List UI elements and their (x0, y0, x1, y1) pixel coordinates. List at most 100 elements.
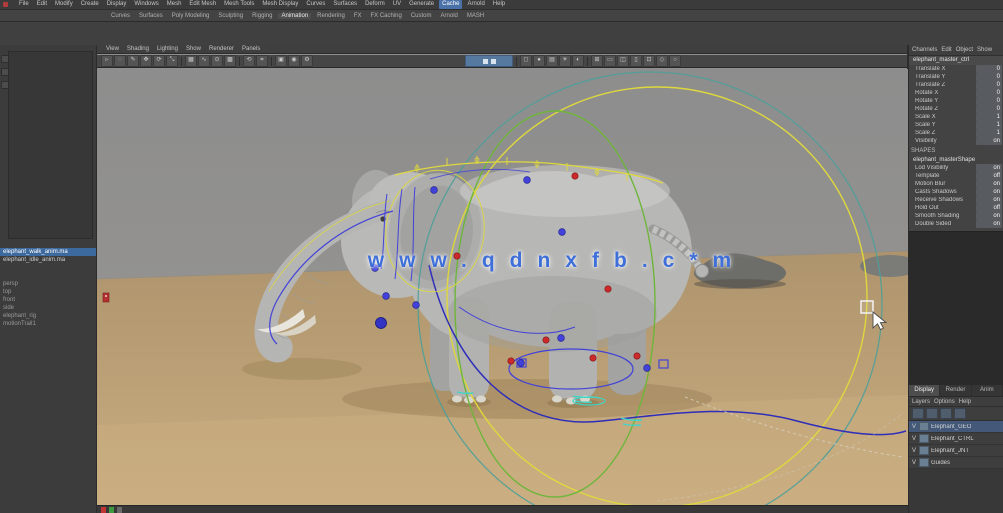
menu-mesh[interactable]: Mesh (164, 0, 185, 9)
menu-arnold[interactable]: Arnold (464, 0, 487, 9)
layer-tab-render[interactable]: Render (940, 385, 971, 396)
channel-value-field[interactable]: on (976, 137, 1002, 145)
move-layer-down-button[interactable] (954, 408, 966, 419)
smooth-shade-icon[interactable]: ● (533, 55, 545, 67)
list-item[interactable]: side (0, 304, 96, 312)
grid-icon[interactable]: ⊞ (591, 55, 603, 67)
lighting-icon[interactable]: ☀ (559, 55, 571, 67)
joints-xray-icon[interactable]: ○ (669, 55, 681, 67)
viewport-menu-shading[interactable]: Shading (124, 46, 152, 52)
shelf-tab-rigging[interactable]: Rigging (249, 13, 275, 19)
select-tool-icon[interactable]: ▹ (101, 55, 113, 67)
layer-row[interactable]: VElephant_GEO (909, 421, 1003, 433)
channel-box-object-name[interactable]: elephant_master_ctrl (909, 56, 1003, 65)
list-item[interactable]: persp (0, 280, 96, 288)
menu-generate[interactable]: Generate (406, 0, 437, 9)
shadows-icon[interactable]: ◐ (572, 55, 584, 67)
scene-3d[interactable] (97, 69, 908, 505)
shelf-tab-mash[interactable]: MASH (464, 13, 487, 19)
layer-row[interactable]: VGuides (909, 457, 1003, 469)
channel-value-field[interactable]: on (976, 164, 1002, 172)
wireframe-icon[interactable]: ◻ (520, 55, 532, 67)
menu-cache[interactable]: Cache (439, 0, 462, 9)
list-item[interactable]: elephant_walk_anim.ma (0, 248, 96, 256)
viewport-canvas[interactable]: www.qdnxfb.c*m (97, 69, 908, 505)
shelf-tab-curves[interactable]: Curves (108, 13, 133, 19)
channel-value-field[interactable]: 0 (976, 65, 1002, 73)
menu-help[interactable]: Help (490, 0, 508, 9)
channel-box-menu-edit[interactable]: Edit (940, 47, 952, 53)
shelf-tab-custom[interactable]: Custom (408, 13, 435, 19)
layer-menu-options[interactable]: Options (934, 399, 955, 405)
menu-mesh-display[interactable]: Mesh Display (259, 0, 301, 9)
trunk-tip-ctrl[interactable] (376, 318, 387, 329)
list-item[interactable]: elephant_idle_anim.ma (0, 256, 96, 264)
construction-icon[interactable]: ⌗ (256, 55, 268, 67)
menu-mesh-tools[interactable]: Mesh Tools (221, 0, 257, 9)
xray-icon[interactable]: ◇ (656, 55, 668, 67)
channel-value-field[interactable]: 0 (976, 105, 1002, 113)
layer-color-swatch[interactable] (919, 446, 929, 455)
channel-value-field[interactable]: 1 (976, 113, 1002, 121)
safe-action-icon[interactable]: ⊡ (643, 55, 655, 67)
shelf-tab-fx-caching[interactable]: FX Caching (367, 13, 404, 19)
shelf-tab-fx[interactable]: FX (351, 13, 365, 19)
shelf-tab-surfaces[interactable]: Surfaces (136, 13, 166, 19)
channel-value-field[interactable]: 0 (976, 81, 1002, 89)
channel-value-field[interactable]: 1 (976, 129, 1002, 137)
layer-menu-layers[interactable]: Layers (912, 399, 930, 405)
channel-value-field[interactable]: off (976, 172, 1002, 180)
history-icon[interactable]: ⟲ (243, 55, 255, 67)
layer-visibility-toggle[interactable]: V (909, 448, 919, 454)
channel-box-menu-object[interactable]: Object (955, 47, 974, 53)
layer-tab-anim[interactable]: Anim (972, 385, 1003, 396)
menu-display[interactable]: Display (104, 0, 130, 9)
create-layer-from-selected-button[interactable] (926, 408, 938, 419)
channel-value-field[interactable]: on (976, 220, 1002, 228)
list-item[interactable]: front (0, 296, 96, 304)
shape-name[interactable]: elephant_masterShape (909, 156, 1003, 164)
menu-windows[interactable]: Windows (131, 0, 161, 9)
shelf-tab-sculpting[interactable]: Sculpting (215, 13, 246, 19)
lasso-select-icon[interactable]: ◌ (114, 55, 126, 67)
isolate-select-toggle[interactable] (465, 55, 513, 67)
viewport-menu-show[interactable]: Show (183, 46, 204, 52)
snap-grid-icon[interactable]: ▦ (185, 55, 197, 67)
menu-uv[interactable]: UV (390, 0, 404, 9)
menu-edit[interactable]: Edit (34, 0, 50, 9)
menu-surfaces[interactable]: Surfaces (330, 0, 360, 9)
render-settings-icon[interactable]: ⚙ (301, 55, 313, 67)
res-gate-icon[interactable]: ◫ (617, 55, 629, 67)
channel-box-menu-show[interactable]: Show (976, 47, 993, 53)
channel-value-field[interactable]: on (976, 180, 1002, 188)
film-gate-icon[interactable]: ▭ (604, 55, 616, 67)
layer-visibility-toggle[interactable]: V (909, 424, 919, 430)
channel-value-field[interactable]: on (976, 188, 1002, 196)
shelf-tab-rendering[interactable]: Rendering (314, 13, 348, 19)
list-item[interactable]: motionTrail1 (0, 320, 96, 328)
create-layer-button[interactable] (912, 408, 924, 419)
channel-value-field[interactable]: off (976, 204, 1002, 212)
channel-value-field[interactable]: 0 (976, 97, 1002, 105)
channel-value-field[interactable]: on (976, 212, 1002, 220)
layer-color-swatch[interactable] (919, 458, 929, 467)
move-tool-icon[interactable]: ✥ (140, 55, 152, 67)
channel-value-field[interactable]: 0 (976, 89, 1002, 97)
menu-modify[interactable]: Modify (52, 0, 76, 9)
textured-icon[interactable]: ▤ (546, 55, 558, 67)
layer-row[interactable]: VElephant_JNT (909, 445, 1003, 457)
menu-curves[interactable]: Curves (303, 0, 328, 9)
layer-menu-help[interactable]: Help (959, 399, 971, 405)
layer-color-swatch[interactable] (919, 422, 929, 431)
shelf-tab-arnold[interactable]: Arnold (438, 13, 461, 19)
layer-visibility-toggle[interactable]: V (909, 460, 919, 466)
viewport-menu-lighting[interactable]: Lighting (154, 46, 181, 52)
menu-create[interactable]: Create (78, 0, 102, 9)
scale-tool-icon[interactable]: ⤡ (166, 55, 178, 67)
layer-color-swatch[interactable] (919, 434, 929, 443)
channel-value-field[interactable]: 0 (976, 73, 1002, 81)
menu-edit-mesh[interactable]: Edit Mesh (186, 0, 219, 9)
layer-tab-display[interactable]: Display (909, 385, 940, 396)
viewport-menu-renderer[interactable]: Renderer (206, 46, 237, 52)
snap-plane-icon[interactable]: ▩ (224, 55, 236, 67)
